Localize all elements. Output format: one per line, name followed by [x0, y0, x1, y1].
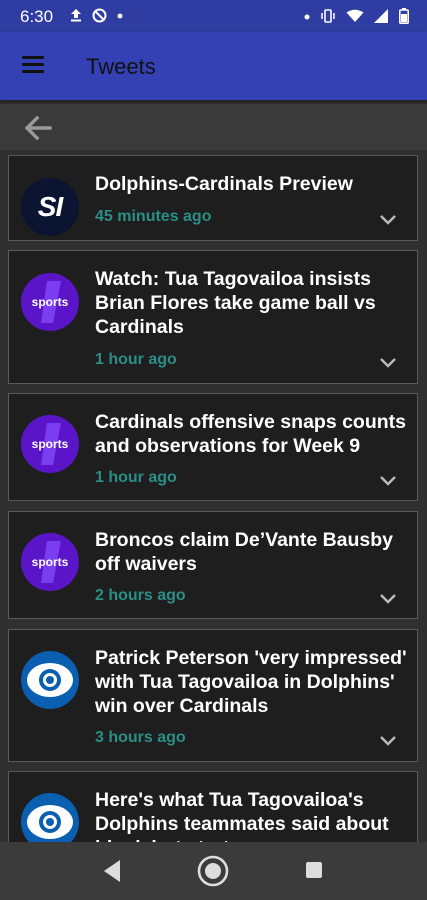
- upload-icon: [70, 8, 82, 26]
- do-not-disturb-icon: [92, 8, 107, 26]
- chevron-down-icon[interactable]: [379, 356, 397, 368]
- battery-icon: [399, 8, 409, 27]
- tweet-headline: Broncos claim De’Vante Bausby off waiver…: [95, 529, 394, 575]
- status-bar: 6:30: [0, 0, 427, 32]
- si-logo: SI: [21, 178, 79, 236]
- recents-square-icon[interactable]: [304, 860, 324, 885]
- tweet-headline: Dolphins-Cardinals Preview: [95, 173, 353, 195]
- chevron-down-icon[interactable]: [379, 213, 397, 225]
- status-left-icons: [70, 8, 123, 26]
- app-bar: Tweets: [0, 32, 427, 100]
- chevron-down-icon[interactable]: [379, 592, 397, 604]
- cbs-eye-logo: [21, 793, 79, 842]
- list-item[interactable]: sports Watch: Tua Tagovailoa insists Bri…: [8, 250, 418, 384]
- tweet-time: 1 hour ago: [95, 351, 177, 368]
- yahoo-sports-logo: sports: [21, 415, 79, 473]
- yahoo-sports-logo: sports: [21, 533, 79, 591]
- home-circle-icon[interactable]: [196, 854, 230, 893]
- list-item[interactable]: Here's what Tua Tagovailoa's Dolphins te…: [8, 771, 418, 842]
- vibrate-icon: [320, 9, 336, 26]
- back-arrow-icon[interactable]: [22, 114, 54, 142]
- tweet-headline: Here's what Tua Tagovailoa's Dolphins te…: [95, 789, 389, 842]
- cbs-eye-logo: [21, 651, 79, 709]
- list-item[interactable]: sports Cardinals offensive snaps counts …: [8, 393, 418, 501]
- logo-text: sports: [32, 437, 69, 451]
- tweet-headline: Cardinals offensive snaps counts and obs…: [95, 411, 407, 457]
- dot-icon: [117, 8, 123, 26]
- tweet-time: 2 hours ago: [95, 587, 186, 604]
- tweet-time: 1 hour ago: [95, 469, 177, 486]
- status-time: 6:30: [20, 7, 54, 26]
- back-triangle-icon[interactable]: [100, 856, 124, 891]
- logo-text: sports: [32, 295, 69, 309]
- logo-text: sports: [32, 555, 69, 569]
- tweet-list[interactable]: SI Dolphins-Cardinals Preview 45 minutes…: [0, 154, 427, 842]
- yahoo-sports-logo: sports: [21, 273, 79, 331]
- chevron-down-icon[interactable]: [379, 734, 397, 746]
- tweet-headline: Patrick Peterson 'very impressed' with T…: [95, 647, 407, 717]
- wifi-icon: [346, 9, 364, 26]
- page-title: Tweets: [86, 54, 156, 79]
- hamburger-menu-icon[interactable]: [22, 56, 44, 74]
- system-nav-bar: [0, 842, 427, 900]
- list-item[interactable]: SI Dolphins-Cardinals Preview 45 minutes…: [8, 155, 418, 241]
- signal-icon: [374, 9, 389, 26]
- tweet-time: 45 minutes ago: [95, 208, 212, 225]
- tweet-time: 3 hours ago: [95, 729, 186, 746]
- tweet-headline: Watch: Tua Tagovailoa insists Brian Flor…: [95, 268, 376, 338]
- dot-icon: [304, 9, 310, 27]
- status-right-icons: [304, 8, 409, 27]
- back-bar: [0, 104, 427, 150]
- chevron-down-icon[interactable]: [379, 474, 397, 486]
- list-item[interactable]: Patrick Peterson 'very impressed' with T…: [8, 629, 418, 762]
- list-item[interactable]: sports Broncos claim De’Vante Bausby off…: [8, 511, 418, 619]
